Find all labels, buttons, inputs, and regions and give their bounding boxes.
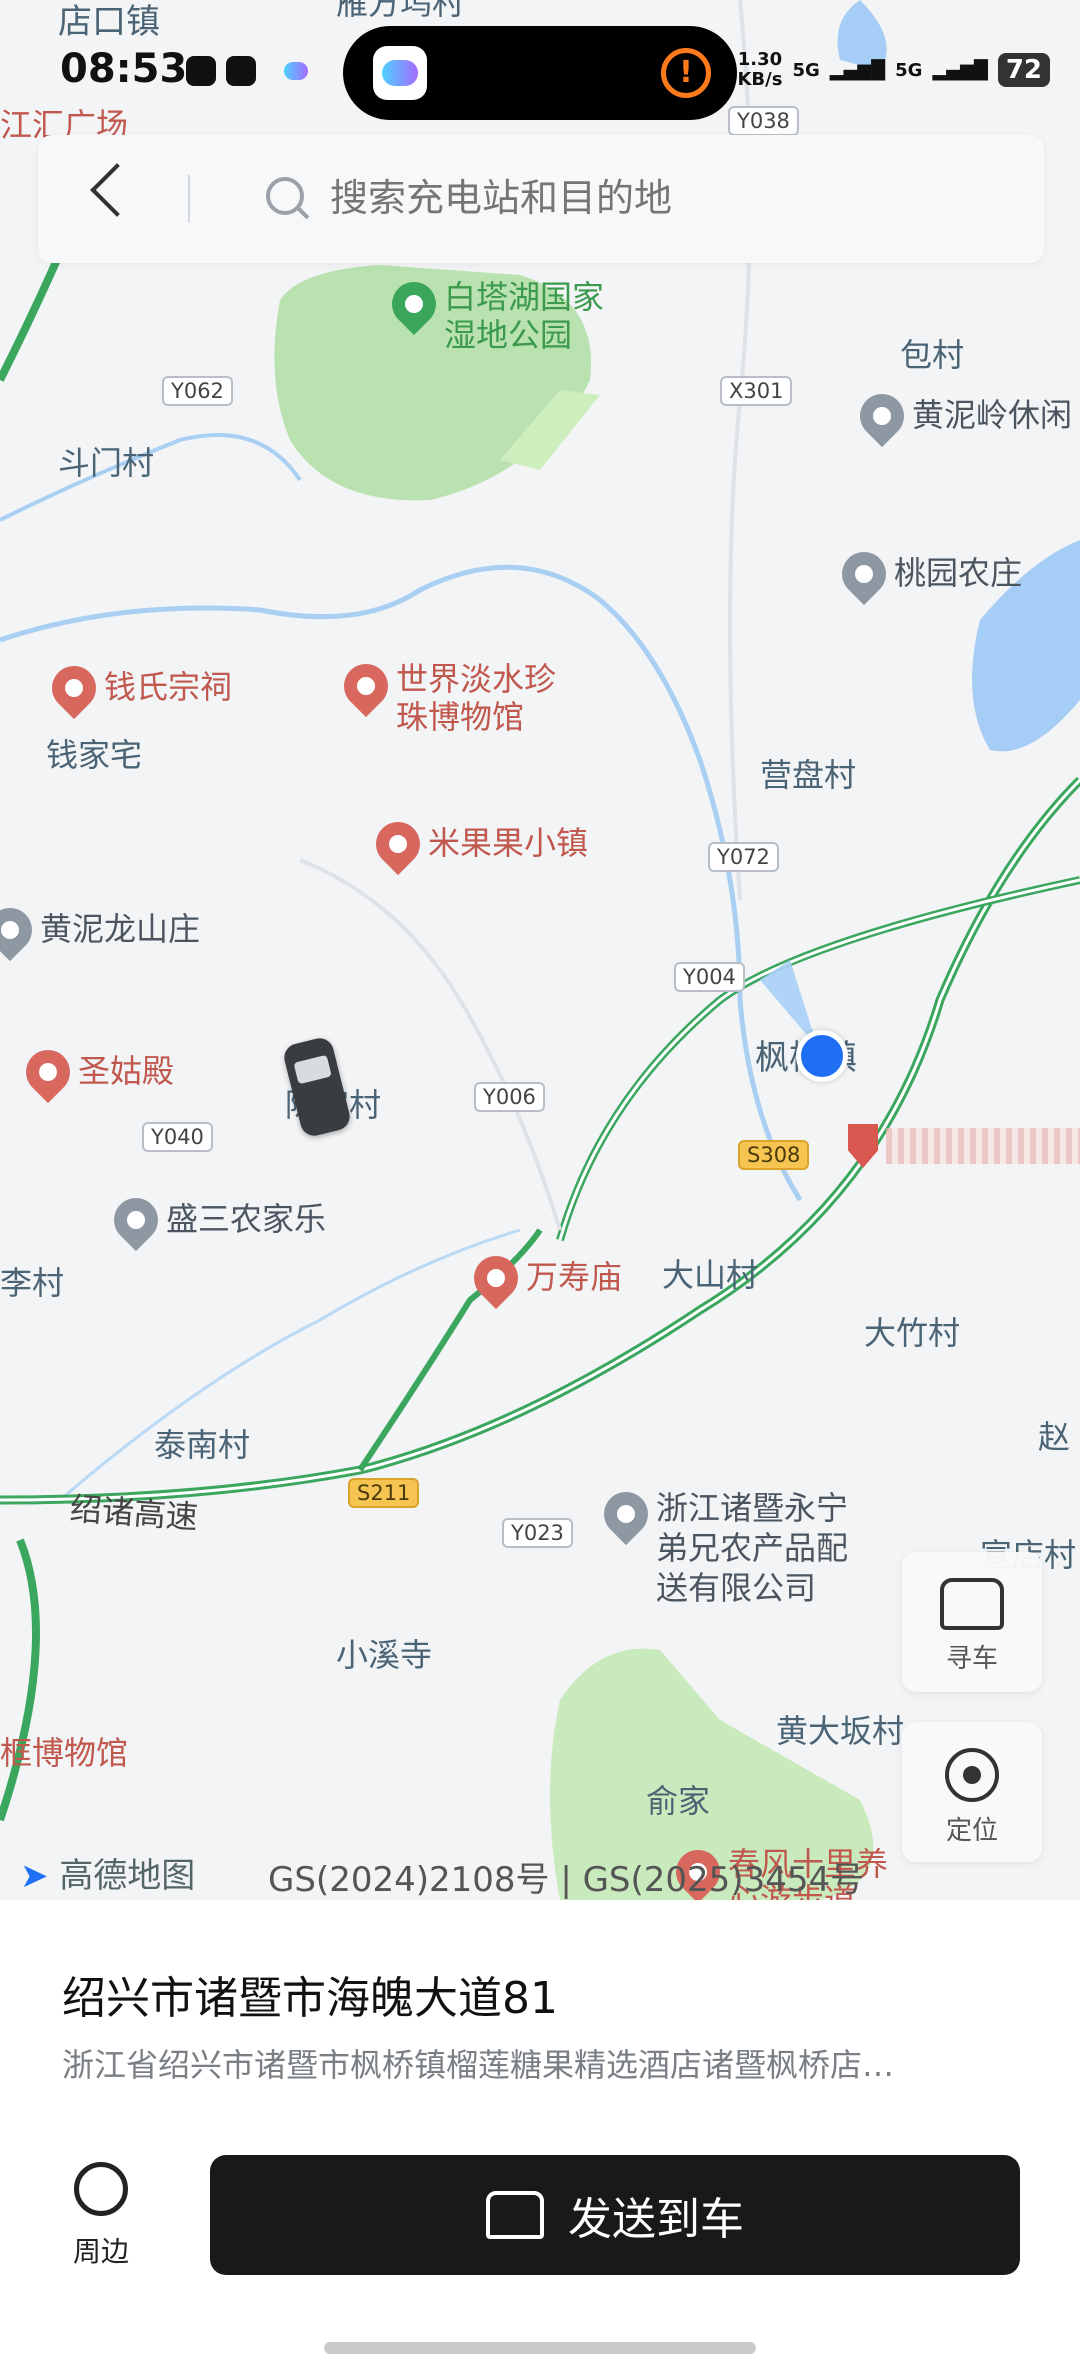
destination-label-blurred: [886, 1128, 1080, 1164]
navigation-arrow-icon: ➤: [20, 1856, 49, 1896]
map-place-label: 黄大坂村: [776, 1712, 905, 1750]
signal-5g-1: 5G: [792, 59, 820, 81]
road-tag: Y040: [142, 1122, 213, 1152]
road-tag: S308: [738, 1140, 810, 1170]
search-bar[interactable]: [38, 135, 1044, 263]
map-license: GS(2024)2108号 | GS(2025)3454号: [268, 1860, 865, 1900]
landmark-pin-icon: [366, 812, 430, 876]
road-tag: Y006: [474, 1082, 545, 1112]
map-place-label: 俞家: [646, 1782, 711, 1820]
assistant-icon: [284, 62, 308, 80]
map-place-label: 李村: [0, 1264, 65, 1302]
map-place-label: 赵: [1038, 1418, 1071, 1456]
landmark-pin-icon: [464, 1246, 528, 1310]
address-sheet: 绍兴市诸暨市海魄大道81 浙江省绍兴市诸暨市枫桥镇榴莲糖果精选酒店诸暨枫桥店… …: [0, 1900, 1080, 2376]
status-bar: 08:53 ! 1.30 KB/s 5G ▂▄▆█ 5G ▂▄▆█ 72: [0, 0, 1080, 130]
map-place-label: 钱家宅: [46, 736, 143, 774]
dynamic-island[interactable]: !: [343, 26, 737, 120]
signal-bars-icon: ▂▄▆█: [829, 59, 886, 81]
address-subtitle: 浙江省绍兴市诸暨市枫桥镇榴莲糖果精选酒店诸暨枫桥店…: [62, 2046, 895, 2084]
locate-button[interactable]: 定位: [902, 1722, 1042, 1862]
road-tag: Y023: [502, 1518, 573, 1548]
net-speed: 1.30 KB/s: [737, 49, 783, 90]
expressway-label: 绍诸高速: [68, 1489, 200, 1537]
home-indicator[interactable]: [324, 2342, 756, 2354]
search-icon: [74, 2162, 128, 2216]
divider: [188, 175, 190, 223]
poi-miguoguo[interactable]: 米果果小镇: [366, 812, 588, 876]
map-place-label: 泰南村: [154, 1426, 251, 1464]
find-car-button[interactable]: 寻车: [902, 1552, 1042, 1692]
battery-level: 72: [997, 53, 1050, 87]
poi-huangnilong[interactable]: 黄泥龙山庄: [0, 898, 200, 962]
map-place-label: 大山村: [662, 1256, 759, 1294]
poi-qianshi[interactable]: 钱氏宗祠: [42, 656, 232, 720]
poi-museum-label: 框博物馆: [0, 1734, 129, 1772]
tiktok-icon: [186, 56, 216, 86]
around-button[interactable]: 周边: [66, 2162, 136, 2270]
location-pin-icon: [104, 1188, 168, 1252]
poi-shengsan[interactable]: 盛三农家乐: [104, 1188, 326, 1252]
poi-huangniling[interactable]: 黄泥岭休闲: [850, 384, 1072, 448]
road-tag: Y062: [162, 376, 233, 406]
location-pin-icon: [850, 384, 914, 448]
road-tag: X301: [720, 376, 793, 406]
app-notification-icon: [226, 56, 256, 86]
amap-logo: ➤ 高德地图: [20, 1856, 196, 1896]
landmark-pin-icon: [42, 656, 106, 720]
address-title: 绍兴市诸暨市海魄大道81: [62, 1973, 558, 2024]
signal-5g-2: 5G: [895, 59, 923, 81]
status-indicators: 1.30 KB/s 5G ▂▄▆█ 5G ▂▄▆█ 72: [737, 50, 1050, 90]
crosshair-icon: [945, 1748, 999, 1802]
poi-shijie[interactable]: 世界淡水珍 珠博物馆: [334, 654, 556, 736]
map-place-label: 营盘村: [760, 756, 857, 794]
back-arrow-icon[interactable]: [90, 163, 144, 217]
location-pin-icon: [0, 898, 42, 962]
current-location-icon: [796, 1030, 848, 1082]
search-icon: [266, 177, 304, 215]
poi-taoyuan[interactable]: 桃园农庄: [832, 542, 1022, 606]
signal-bars-icon: ▂▄▆█: [932, 59, 988, 81]
send-car-icon: [486, 2191, 544, 2239]
road-tag: Y004: [674, 962, 745, 992]
road-tag: S211: [348, 1478, 420, 1508]
car-search-icon: [940, 1578, 1004, 1630]
app-activity-icon: [373, 46, 427, 100]
landmark-pin-icon: [16, 1040, 80, 1104]
send-to-car-button[interactable]: 发送到车: [210, 2155, 1020, 2275]
location-pin-icon: [832, 542, 896, 606]
poi-baitahu[interactable]: 白塔湖国家 湿地公园: [382, 272, 604, 354]
road-tag: Y072: [708, 842, 779, 872]
map-place-label: 斗门村: [58, 444, 155, 482]
map-place-label: 包村: [900, 336, 965, 374]
location-pin-icon: [594, 1482, 658, 1546]
map-place-label: 小溪寺: [336, 1636, 433, 1674]
museum-pin-icon: [334, 654, 398, 718]
search-input[interactable]: [328, 175, 932, 221]
poi-yongning[interactable]: 浙江诸暨永宁 弟兄农产品配 送有限公司: [594, 1482, 848, 1608]
poi-wanshou[interactable]: 万寿庙: [464, 1246, 622, 1310]
park-pin-icon: [382, 272, 446, 336]
clock: 08:53: [60, 46, 188, 92]
map-place-label: 大竹村: [864, 1314, 961, 1352]
alert-icon: !: [661, 48, 711, 98]
poi-shenggu[interactable]: 圣姑殿: [16, 1040, 174, 1104]
